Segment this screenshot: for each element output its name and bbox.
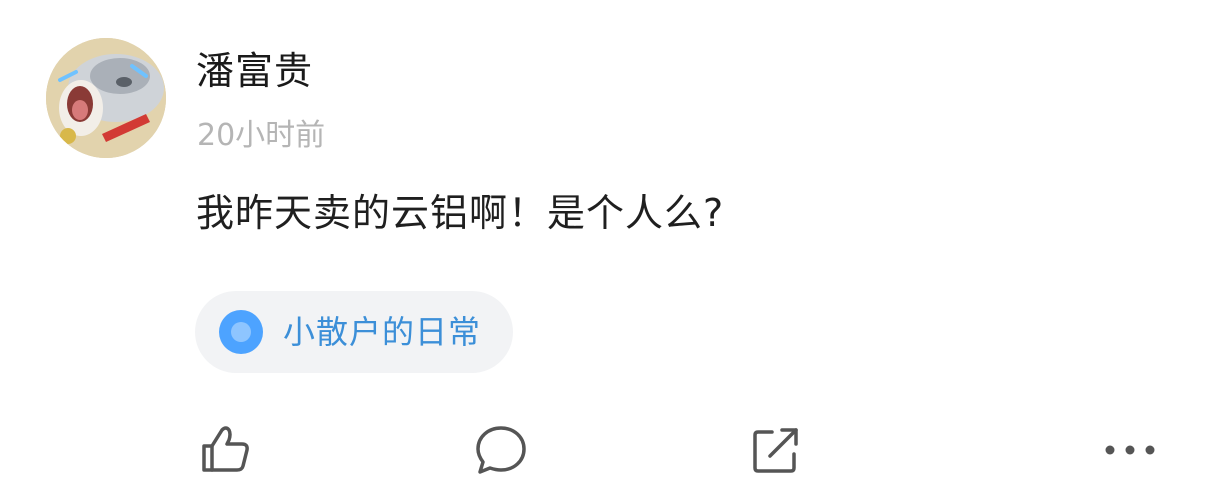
action-bar [0, 420, 1206, 480]
post-card: 潘富贵 20小时前 我昨天卖的云铝啊！是个人么? 小散户的日常 [0, 0, 1206, 500]
share-button[interactable] [746, 420, 806, 480]
post-time: 20小时前 [197, 118, 326, 153]
topic-tag[interactable]: 小散户的日常 [195, 291, 514, 373]
comment-button[interactable] [471, 420, 531, 480]
post-content: 我昨天卖的云铝啊！是个人么? [196, 191, 725, 235]
comment-bubble-icon [476, 426, 526, 474]
author-avatar[interactable] [46, 38, 166, 158]
cat-avatar-image [46, 38, 166, 158]
thumbs-up-icon [202, 426, 249, 472]
more-dots-icon [1105, 445, 1155, 455]
like-button[interactable] [195, 420, 255, 480]
more-button[interactable] [1100, 420, 1160, 480]
topic-label: 小散户的日常 [283, 313, 482, 351]
share-icon [753, 428, 798, 473]
topic-circle-icon [219, 310, 263, 354]
author-name[interactable]: 潘富贵 [196, 46, 313, 96]
